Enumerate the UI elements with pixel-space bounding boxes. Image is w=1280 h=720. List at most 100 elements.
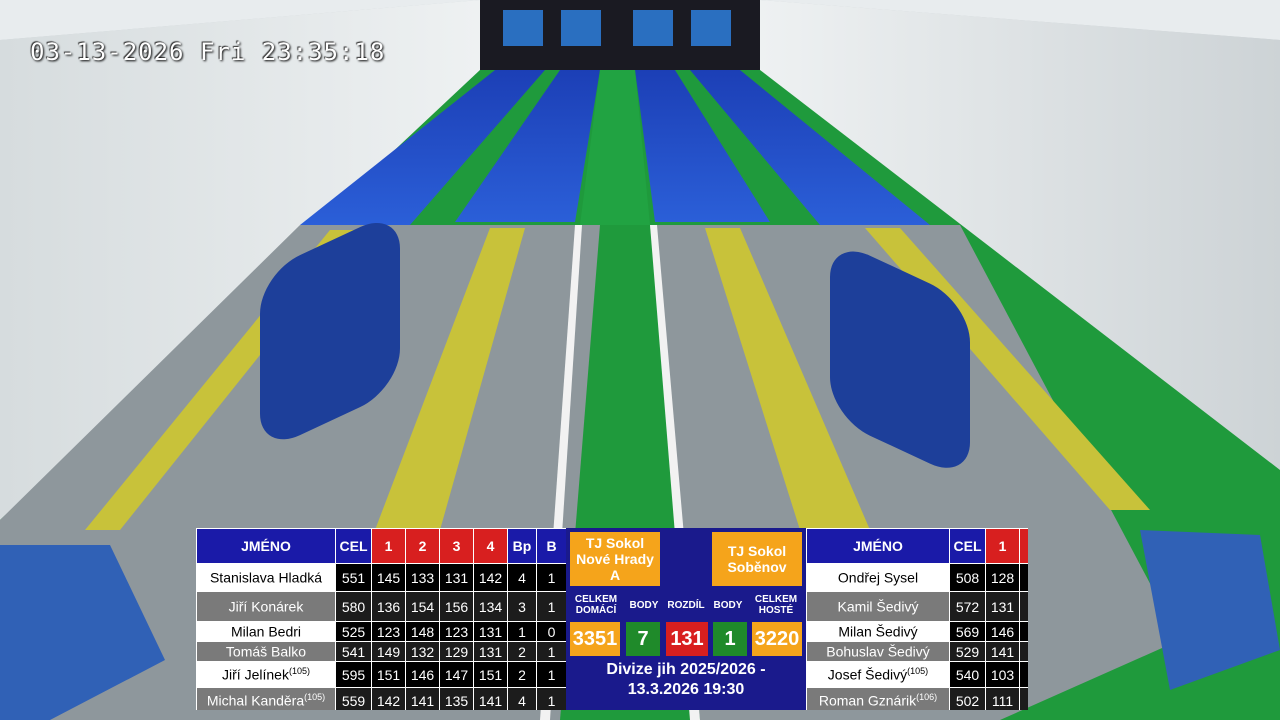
player-r1: 151 <box>371 661 406 688</box>
player-handicap: (105) <box>288 666 310 677</box>
player-b: 1 <box>536 563 566 592</box>
player-name-text: Jiří Jelínek <box>222 666 289 683</box>
guest-player-row: Kamil Šedivý 572 131 <box>806 591 1028 622</box>
player-name: Stanislava Hladká <box>196 563 336 592</box>
player-bp: 3 <box>507 591 537 622</box>
player-r1: 123 <box>371 621 406 642</box>
player-r1: 103 <box>985 661 1020 688</box>
guest-player-row: Bohuslav Šedivý 529 141 <box>806 641 1028 662</box>
home-player-row: Stanislava Hladká 551 145 133 131 142 4 1 <box>196 563 566 592</box>
player-total: 508 <box>949 563 986 592</box>
player-name: Milan Bedri <box>196 621 336 642</box>
player-name: Bohuslav Šedivý <box>806 641 950 662</box>
guest-header-row: JMÉNO CEL 1 <box>806 528 1028 564</box>
guest-total-score: 3220 <box>752 622 802 656</box>
player-r3: 135 <box>439 687 474 710</box>
guest-score-table: JMÉNO CEL 1 Ondřej Sysel 508 128 Kamil Šedi… <box>806 528 1028 710</box>
player-total: 559 <box>335 687 372 710</box>
player-r1: 145 <box>371 563 406 592</box>
player-total: 541 <box>335 641 372 662</box>
player-name-text: Tomáš Balko <box>225 643 307 660</box>
header-round-1: 1 <box>985 528 1020 564</box>
league-name: Divize jih 2025/2026 - <box>606 661 766 678</box>
home-player-row: Tomáš Balko 541 149 132 129 131 2 1 <box>196 641 566 662</box>
player-name: Jiří Jelínek(105) <box>196 661 336 688</box>
player-handicap: (106) <box>916 692 938 703</box>
player-name-text: Stanislava Hladká <box>209 569 323 586</box>
player-name-text: Roman Gznárik <box>818 692 917 709</box>
home-player-row: Jiří Jelínek(105) 595 151 146 147 151 2 1 <box>196 661 566 688</box>
player-total: 525 <box>335 621 372 642</box>
guest-player-row: Ondřej Sysel 508 128 <box>806 563 1028 592</box>
player-r4: 142 <box>473 563 508 592</box>
player-total: 572 <box>949 591 986 622</box>
home-scoreboard: JMÉNO CEL 1 2 3 4 Bp B Stanislava Hladká… <box>196 528 566 710</box>
player-name-text: Michal Kanděra <box>206 692 305 709</box>
player-name: Ondřej Sysel <box>806 563 950 592</box>
player-r1: 146 <box>985 621 1020 642</box>
home-header-row: JMÉNO CEL 1 2 3 4 Bp B <box>196 528 566 564</box>
player-name: Michal Kanděra(105) <box>196 687 336 710</box>
player-total: 595 <box>335 661 372 688</box>
player-r2-cut <box>1019 687 1028 710</box>
guest-player-row: Milan Šedivý 569 146 <box>806 621 1028 642</box>
header-total: CEL <box>949 528 986 564</box>
player-bp: 2 <box>507 661 537 688</box>
player-name: Kamil Šedivý <box>806 591 950 622</box>
player-r1: 136 <box>371 591 406 622</box>
label-home-points: BODY <box>629 600 659 611</box>
player-b: 0 <box>536 621 566 642</box>
score-difference: 131 <box>666 622 708 656</box>
player-handicap: (105) <box>907 666 929 677</box>
player-r3: 156 <box>439 591 474 622</box>
player-total: 580 <box>335 591 372 622</box>
home-team-name: TJ Sokol Nové Hrady A <box>570 532 660 586</box>
player-b: 1 <box>536 591 566 622</box>
player-name-text: Milan Šedivý <box>838 623 918 640</box>
label-home-total: CELKEM DOMÁCÍ <box>574 594 618 616</box>
player-r4: 151 <box>473 661 508 688</box>
match-date: 13.3.2026 19:30 <box>627 681 745 698</box>
player-r3: 147 <box>439 661 474 688</box>
player-r3: 123 <box>439 621 474 642</box>
guest-scoreboard: JMÉNO CEL 1 Ondřej Sysel 508 128 Kamil Šedi… <box>806 528 1028 710</box>
camera-timestamp: 03-13-2026 Fri 23:35:18 <box>30 38 386 66</box>
player-bp: 2 <box>507 641 537 662</box>
player-r1: 142 <box>371 687 406 710</box>
player-total: 529 <box>949 641 986 662</box>
player-r2: 133 <box>405 563 440 592</box>
home-player-row: Milan Bedri 525 123 148 123 131 1 0 <box>196 621 566 642</box>
header-round-2-cut <box>1019 528 1028 564</box>
player-name-text: Kamil Šedivý <box>837 598 919 615</box>
player-r3: 129 <box>439 641 474 662</box>
header-round-1: 1 <box>371 528 406 564</box>
player-r2-cut <box>1019 591 1028 622</box>
header-name: JMÉNO <box>196 528 336 564</box>
player-total: 551 <box>335 563 372 592</box>
player-total: 569 <box>949 621 986 642</box>
player-r2-cut <box>1019 563 1028 592</box>
label-diff: ROZDÍL <box>667 600 705 611</box>
home-player-row: Michal Kanděra(105) 559 142 141 135 141 4 1 <box>196 687 566 710</box>
player-total: 502 <box>949 687 986 710</box>
player-r4: 131 <box>473 621 508 642</box>
label-guest-points: BODY <box>713 600 743 611</box>
player-name-text: Bohuslav Šedivý <box>826 643 930 660</box>
league-info: Divize jih 2025/2026 - 13.3.2026 19:30 <box>566 660 806 700</box>
player-r2: 154 <box>405 591 440 622</box>
player-r2: 132 <box>405 641 440 662</box>
player-name: Josef Šedivý(105) <box>806 661 950 688</box>
player-r1: 141 <box>985 641 1020 662</box>
header-b: B <box>536 528 566 564</box>
header-round-4: 4 <box>473 528 508 564</box>
label-guest-total: CELKEM HOSTÉ <box>754 594 798 616</box>
player-r3: 131 <box>439 563 474 592</box>
guest-team-name: TJ Sokol Soběnov <box>712 532 802 586</box>
player-r2: 146 <box>405 661 440 688</box>
player-b: 1 <box>536 687 566 710</box>
header-total: CEL <box>335 528 372 564</box>
player-name: Milan Šedivý <box>806 621 950 642</box>
header-bp: Bp <box>507 528 537 564</box>
player-name: Roman Gznárik(106) <box>806 687 950 710</box>
guest-points: 1 <box>713 622 747 656</box>
